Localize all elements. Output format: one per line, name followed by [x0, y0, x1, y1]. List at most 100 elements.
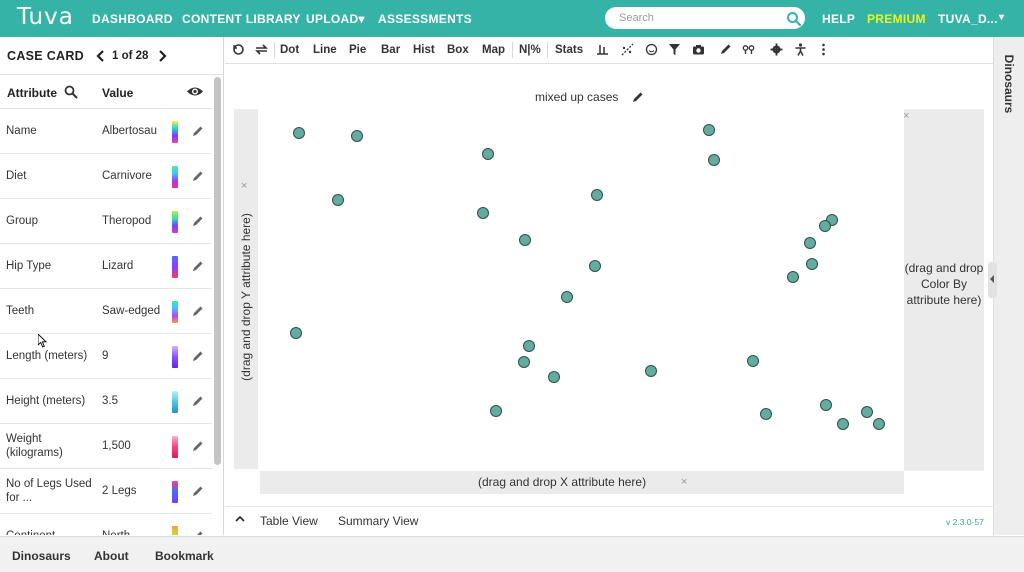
bottom-tab-bookmark[interactable]: Bookmark — [155, 549, 214, 563]
pencil-icon[interactable] — [192, 440, 204, 452]
data-point[interactable] — [522, 340, 535, 353]
attribute-value[interactable]: 3.5 — [102, 394, 166, 408]
data-point[interactable] — [805, 257, 818, 270]
data-point[interactable] — [786, 271, 799, 284]
scatter-plot[interactable] — [258, 109, 904, 469]
eye-icon[interactable] — [186, 85, 204, 98]
attribute-name[interactable]: Teeth — [6, 304, 98, 318]
x-axis-close-icon[interactable]: × — [681, 476, 687, 488]
stats-button[interactable]: Stats — [555, 44, 583, 56]
trend-line-icon[interactable] — [621, 43, 634, 56]
more-options-icon[interactable] — [817, 43, 830, 56]
camera-icon[interactable] — [692, 43, 705, 56]
dot-button[interactable]: Dot — [280, 44, 299, 56]
table-view-tab[interactable]: Table View — [260, 514, 318, 528]
data-point[interactable] — [560, 290, 573, 303]
data-point[interactable] — [746, 355, 759, 367]
count-percent-button[interactable]: N|% — [519, 44, 541, 56]
attribute-name[interactable]: No of Legs Used for ... — [6, 477, 98, 505]
attribute-value[interactable]: Lizard — [102, 259, 166, 273]
attribute-value[interactable]: Theropod — [102, 214, 166, 228]
attribute-name[interactable]: Height (meters) — [6, 394, 98, 408]
rescale-icon[interactable] — [232, 43, 245, 56]
summary-view-tab[interactable]: Summary View — [338, 514, 418, 528]
attribute-value[interactable]: 1,500 — [102, 439, 166, 453]
chevron-left-icon[interactable] — [990, 275, 995, 283]
attribute-name[interactable]: Diet — [6, 169, 98, 183]
attribute-name[interactable]: Weight (kilograms) — [6, 432, 98, 460]
attribute-value[interactable]: North — [102, 529, 166, 535]
bottom-tab-dinosaurs[interactable]: Dinosaurs — [12, 549, 71, 563]
user-menu[interactable]: TUVA_D... — [938, 12, 998, 26]
chevron-right-icon[interactable] — [156, 49, 168, 63]
pencil-icon[interactable] — [192, 485, 204, 497]
user-menu-caret[interactable]: ▾ — [999, 12, 1004, 23]
attribute-name[interactable]: Length (meters) — [6, 349, 98, 363]
filter-icon[interactable] — [668, 43, 681, 56]
chevron-left-icon[interactable] — [95, 49, 107, 63]
hist-button[interactable]: Hist — [413, 44, 435, 56]
bottom-tab-about[interactable]: About — [94, 549, 129, 563]
attribute-value[interactable]: Saw-edged — [102, 304, 166, 318]
search-icon[interactable] — [64, 85, 78, 99]
data-point[interactable] — [490, 405, 503, 418]
box-button[interactable]: Box — [447, 44, 469, 56]
attribute-value[interactable]: Albertosau — [102, 124, 166, 138]
pencil-icon[interactable] — [192, 125, 204, 137]
data-point[interactable] — [837, 417, 850, 430]
data-point[interactable] — [290, 326, 303, 339]
dataset-panel-label[interactable]: Dinosaurs — [1002, 55, 1016, 114]
data-point[interactable] — [519, 234, 532, 247]
data-point[interactable] — [590, 189, 603, 202]
map-button[interactable]: Map — [482, 44, 505, 56]
pencil-icon[interactable] — [192, 395, 204, 407]
gear-icon[interactable] — [770, 43, 783, 56]
nav-dashboard[interactable]: DASHBOARD — [92, 12, 173, 26]
nav-content-library[interactable]: CONTENT LIBRARY — [182, 12, 301, 26]
reference-line-icon[interactable] — [596, 43, 609, 56]
smiley-icon[interactable] — [645, 43, 658, 56]
nav-upload[interactable]: UPLOAD▾ — [306, 12, 365, 26]
attribute-name[interactable]: Name — [6, 124, 98, 138]
data-point[interactable] — [760, 408, 773, 421]
nav-premium[interactable]: PREMIUM — [867, 12, 926, 26]
data-point[interactable] — [292, 127, 305, 140]
pencil-icon[interactable] — [632, 91, 644, 103]
data-point[interactable] — [820, 398, 833, 411]
attribute-value[interactable]: Carnivore — [102, 169, 166, 183]
data-point[interactable] — [702, 123, 715, 136]
color-by-close-icon[interactable]: × — [903, 110, 909, 122]
accessibility-icon[interactable] — [794, 43, 807, 56]
pencil-icon[interactable] — [192, 170, 204, 182]
data-point[interactable] — [589, 260, 602, 273]
pencil-icon[interactable] — [192, 215, 204, 227]
chevron-up-icon[interactable] — [235, 515, 245, 523]
search-input[interactable] — [605, 7, 805, 29]
attribute-name[interactable]: Hip Type — [6, 259, 98, 273]
case-card-scrollbar[interactable] — [214, 77, 221, 465]
data-point[interactable] — [332, 193, 345, 206]
pencil-icon[interactable] — [192, 305, 204, 317]
mix-up-icon[interactable] — [255, 43, 268, 56]
nav-assessments[interactable]: ASSESSMENTS — [378, 12, 472, 26]
data-point[interactable] — [708, 154, 721, 167]
attribute-name[interactable]: Continent — [6, 529, 98, 535]
pencil-icon[interactable] — [192, 530, 204, 535]
data-point[interactable] — [860, 406, 873, 419]
line-button[interactable]: Line — [313, 44, 337, 56]
attribute-value[interactable]: 9 — [102, 349, 166, 363]
graph-title[interactable]: mixed up cases — [535, 90, 618, 104]
data-point[interactable] — [518, 356, 531, 369]
pencil-icon[interactable] — [192, 260, 204, 272]
bar-button[interactable]: Bar — [381, 44, 400, 56]
data-point[interactable] — [547, 370, 560, 383]
pencil-icon[interactable] — [192, 350, 204, 362]
data-point[interactable] — [477, 206, 490, 219]
data-point[interactable] — [873, 418, 886, 431]
pencil-icon[interactable] — [719, 43, 732, 56]
nav-help[interactable]: HELP — [822, 12, 855, 26]
pie-button[interactable]: Pie — [349, 44, 366, 56]
attribute-name[interactable]: Group — [6, 214, 98, 228]
attribute-value[interactable]: 2 Legs — [102, 484, 166, 498]
data-point[interactable] — [351, 130, 364, 142]
